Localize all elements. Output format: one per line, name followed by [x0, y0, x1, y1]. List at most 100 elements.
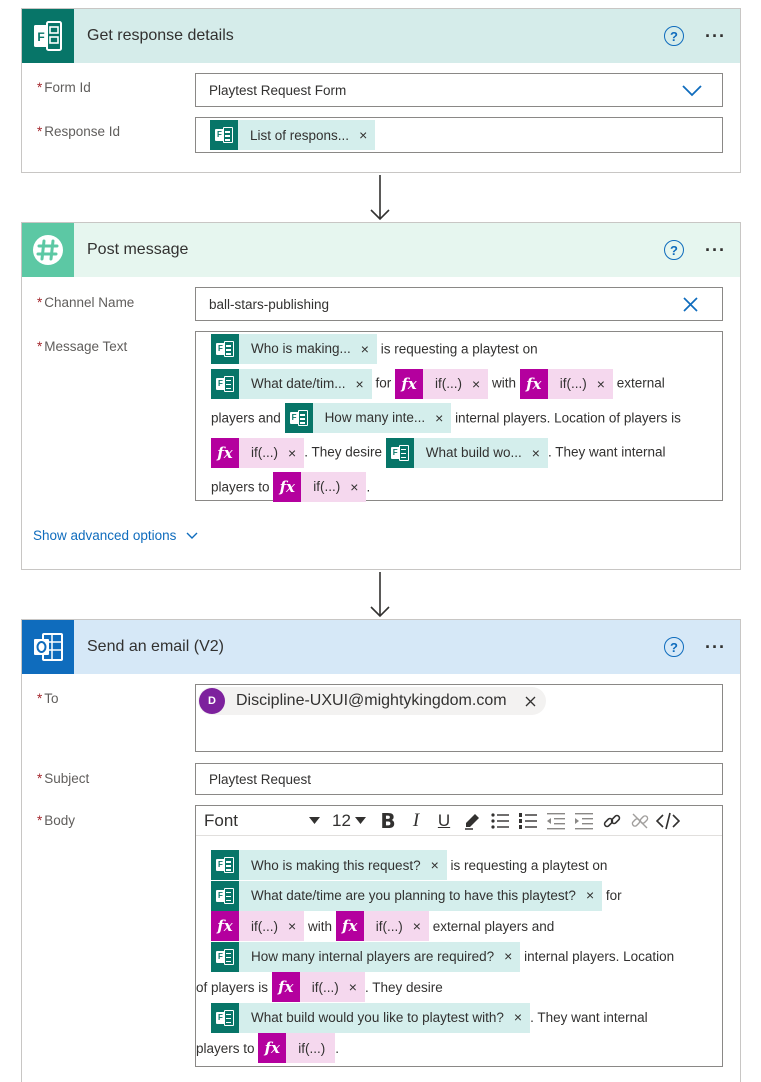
message-text: with	[491, 375, 516, 391]
body-editor[interactable]: Font 12 B I U F Who is making this reque…	[195, 805, 723, 1067]
clear-icon[interactable]	[683, 297, 698, 312]
token-expression[interactable]: fx if(...) ×	[519, 367, 613, 401]
forms-token-icon: F	[284, 403, 313, 434]
fx-icon: fx	[271, 972, 300, 1003]
remove-token-icon[interactable]: ×	[586, 881, 602, 910]
token-expression[interactable]: fx if(...) ×	[273, 470, 367, 504]
flow-arrow-icon	[370, 572, 390, 618]
remove-recipient-icon[interactable]	[525, 696, 536, 707]
bullet-list-icon[interactable]	[486, 807, 514, 835]
token-how-many[interactable]: F How many internal players are required?…	[211, 941, 521, 972]
remove-token-icon[interactable]: ×	[288, 436, 304, 470]
message-text: external	[616, 375, 665, 391]
remove-token-icon[interactable]: ×	[361, 332, 377, 366]
bold-icon[interactable]: B	[374, 807, 402, 835]
message-text: internal players. Location of players is	[455, 410, 681, 426]
response-id-label: * Response Id	[37, 124, 121, 139]
unlink-icon[interactable]	[626, 807, 654, 835]
token-date[interactable]: F What date/tim... ×	[211, 367, 372, 401]
code-view-icon[interactable]	[654, 807, 682, 835]
remove-token-icon[interactable]: ×	[597, 367, 613, 401]
forms-token-icon: F	[211, 941, 239, 972]
token-how-many[interactable]: F How many inte... ×	[284, 401, 452, 435]
remove-token-icon[interactable]: ×	[413, 912, 429, 941]
remove-token-icon[interactable]: ×	[350, 470, 366, 504]
card-header[interactable]: Send an email (V2) ? ···	[22, 620, 740, 674]
card-title: Send an email (V2)	[87, 638, 224, 655]
body-text: .	[335, 1040, 340, 1056]
fx-icon: fx	[519, 368, 548, 399]
remove-token-icon[interactable]: ×	[514, 1003, 530, 1032]
more-options-icon[interactable]: ···	[705, 240, 726, 261]
remove-token-icon[interactable]: ×	[532, 436, 548, 470]
token-expression[interactable]: fx if(...) ×	[335, 911, 429, 942]
more-options-icon[interactable]: ···	[705, 26, 726, 47]
fx-icon: fx	[258, 1033, 287, 1064]
remove-token-icon[interactable]: ×	[435, 401, 451, 435]
token-expression[interactable]: fx if(...) ×	[395, 367, 489, 401]
response-id-field[interactable]: F List of respons... ×	[195, 117, 723, 153]
highlight-icon[interactable]	[458, 807, 486, 835]
message-text-field[interactable]: F Who is making... × is requesting a playt…	[195, 331, 723, 504]
help-icon[interactable]: ?	[664, 637, 685, 657]
dynamic-content-token[interactable]: F List of respons... ×	[210, 120, 376, 150]
forms-icon: F	[22, 9, 74, 63]
italic-icon[interactable]: I	[402, 807, 430, 835]
show-advanced-options-link[interactable]: Show advanced options	[33, 528, 198, 543]
fx-icon: fx	[211, 437, 239, 468]
token-expression[interactable]: fx if(...) ×	[271, 972, 365, 1003]
underline-icon[interactable]: U	[430, 807, 458, 835]
forms-token-icon: F	[211, 880, 239, 911]
card-header[interactable]: Post message ? ···	[22, 223, 740, 277]
token-expression[interactable]: fx if(...)	[258, 1033, 336, 1064]
flow-arrow-icon	[370, 175, 390, 221]
post-message-card: Post message ? ··· * Channel Name ball-st…	[21, 222, 741, 570]
remove-token-icon[interactable]: ×	[504, 942, 520, 971]
form-id-dropdown[interactable]: Playtest Request Form	[195, 73, 723, 107]
remove-token-icon[interactable]: ×	[356, 367, 372, 401]
message-text: . They want internal	[547, 444, 666, 460]
card-title: Get response details	[87, 27, 234, 44]
remove-token-icon[interactable]: ×	[288, 912, 304, 941]
increase-indent-icon[interactable]	[570, 807, 598, 835]
token-build[interactable]: F What build would you like to playtest w…	[211, 1002, 531, 1033]
token-build[interactable]: F What build wo... ×	[385, 436, 548, 470]
subject-input[interactable]: Playtest Request	[195, 763, 723, 795]
help-icon[interactable]: ?	[664, 26, 685, 46]
token-date[interactable]: F What date/time are you planning to have…	[211, 880, 603, 911]
card-header[interactable]: F Get response details ? ···	[22, 9, 740, 63]
body-text: . They want internal	[530, 1010, 648, 1026]
font-select[interactable]: Font	[196, 811, 324, 831]
body-text: . They desire	[364, 979, 443, 995]
more-options-icon[interactable]: ···	[705, 637, 726, 658]
message-text: .	[366, 479, 371, 495]
body-text: for	[605, 888, 622, 904]
font-size-select[interactable]: 12	[324, 811, 374, 831]
numbered-list-icon[interactable]	[514, 807, 542, 835]
body-text: players to	[196, 1040, 255, 1056]
body-text: with	[307, 918, 332, 934]
remove-token-icon[interactable]: ×	[431, 851, 447, 880]
fx-icon: fx	[273, 472, 302, 503]
remove-token-icon[interactable]: ×	[359, 127, 375, 143]
forms-token-icon: F	[211, 850, 239, 881]
to-field[interactable]: D Discipline-UXUI@mightykingdom.com	[195, 684, 723, 752]
channel-name-input[interactable]: ball-stars-publishing	[195, 287, 723, 321]
chevron-down-icon[interactable]	[682, 85, 702, 97]
remove-token-icon[interactable]: ×	[349, 973, 365, 1002]
outlook-icon	[22, 620, 74, 674]
caret-down-icon	[309, 817, 320, 824]
token-who[interactable]: F Who is making this request? ×	[211, 850, 447, 881]
help-icon[interactable]: ?	[664, 240, 685, 260]
token-expression[interactable]: fx if(...) ×	[211, 911, 305, 942]
body-content: F Who is making this request? × is request…	[196, 850, 721, 1064]
token-who[interactable]: F Who is making... ×	[211, 332, 377, 366]
recipient-chip[interactable]: D Discipline-UXUI@mightykingdom.com	[198, 687, 546, 715]
token-expression[interactable]: fx if(...) ×	[211, 436, 305, 470]
forms-token-icon: F	[211, 1002, 239, 1033]
decrease-indent-icon[interactable]	[542, 807, 570, 835]
form-id-label: * Form Id	[37, 80, 91, 95]
remove-token-icon[interactable]: ×	[472, 367, 488, 401]
link-icon[interactable]	[598, 807, 626, 835]
message-text: . They desire	[304, 444, 382, 460]
